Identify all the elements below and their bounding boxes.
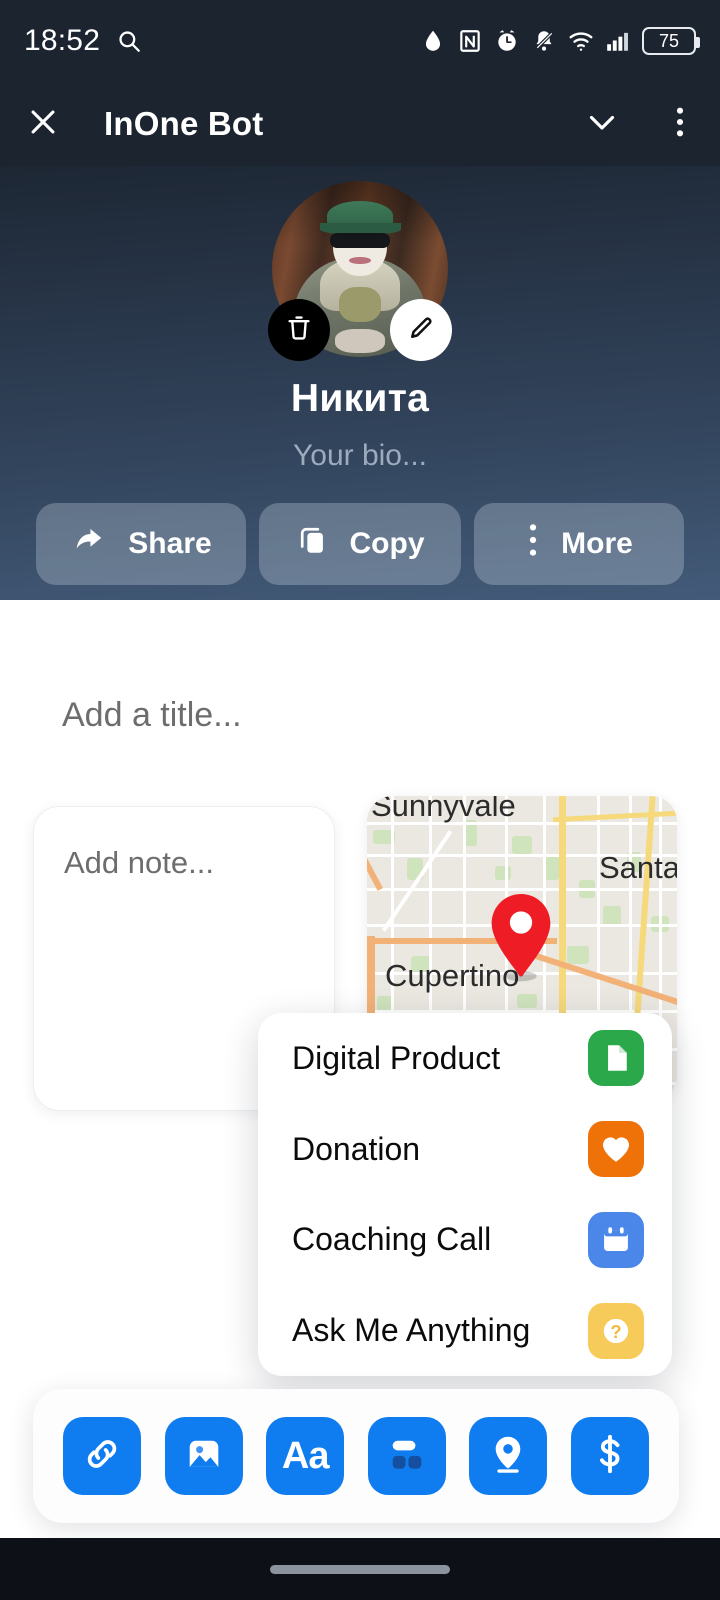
image-icon bbox=[182, 1432, 226, 1481]
nfc-icon bbox=[457, 28, 483, 54]
menu-item-label: Donation bbox=[292, 1130, 421, 1167]
home-gesture-pill[interactable] bbox=[270, 1564, 450, 1574]
menu-item-coaching-call[interactable]: Coaching Call bbox=[258, 1195, 672, 1286]
more-vertical-icon[interactable] bbox=[666, 105, 694, 144]
title-input[interactable]: Add a title... bbox=[62, 696, 242, 735]
phone-screen: 18:52 75 InOne Bot Никита Your bio... Sh… bbox=[0, 0, 720, 1600]
insert-image-button[interactable] bbox=[164, 1417, 243, 1495]
insert-payment-button[interactable] bbox=[570, 1417, 649, 1495]
map-pin-icon bbox=[485, 892, 557, 982]
heart-icon bbox=[588, 1121, 644, 1178]
close-icon[interactable] bbox=[26, 105, 60, 144]
share-label: Share bbox=[128, 527, 212, 560]
note-input[interactable]: Add note... bbox=[64, 845, 214, 881]
avatar-lips bbox=[349, 256, 371, 264]
trash-icon bbox=[284, 313, 314, 348]
battery-icon: 75 bbox=[642, 27, 700, 55]
status-bar: 18:52 75 bbox=[0, 0, 720, 82]
location-pin-icon bbox=[486, 1432, 530, 1481]
water-drop-icon bbox=[420, 28, 446, 54]
avatar-hands bbox=[335, 328, 385, 354]
menu-item-digital-product[interactable]: Digital Product bbox=[258, 1013, 672, 1104]
insert-text-button[interactable]: Aa bbox=[266, 1417, 345, 1495]
delete-avatar-button[interactable] bbox=[268, 299, 330, 361]
status-time: 18:52 bbox=[24, 24, 101, 57]
avatar-wrapper bbox=[268, 181, 452, 361]
cellular-signal-icon bbox=[605, 28, 631, 54]
blocks-icon bbox=[385, 1432, 429, 1481]
share-button[interactable]: Share bbox=[36, 503, 246, 585]
status-bar-left: 18:52 bbox=[24, 24, 142, 58]
more-label: More bbox=[561, 527, 633, 560]
menu-item-ask-me-anything[interactable]: Ask Me Anything ? bbox=[258, 1285, 672, 1376]
link-icon bbox=[80, 1432, 124, 1481]
chevron-down-icon[interactable] bbox=[584, 104, 620, 145]
insert-link-button[interactable] bbox=[63, 1417, 141, 1495]
profile-name: Никита bbox=[290, 377, 430, 420]
copy-label: Copy bbox=[349, 527, 425, 560]
app-bar: InOne Bot bbox=[0, 82, 720, 166]
profile-action-row: Share Copy More bbox=[36, 503, 684, 585]
battery-level: 75 bbox=[658, 30, 680, 51]
menu-item-label: Digital Product bbox=[292, 1039, 501, 1076]
map-label-santa: Santa bbox=[599, 850, 677, 885]
profile-bio-placeholder[interactable]: Your bio... bbox=[293, 439, 427, 473]
document-icon bbox=[588, 1030, 644, 1087]
dollar-icon bbox=[588, 1432, 632, 1481]
map-label-sunnyvale: Sunnyvale bbox=[371, 796, 516, 823]
share-arrow-icon bbox=[70, 523, 108, 565]
copy-button[interactable]: Copy bbox=[259, 503, 461, 585]
calendar-icon bbox=[588, 1211, 644, 1268]
svg-text:?: ? bbox=[610, 1321, 621, 1342]
wifi-icon bbox=[568, 28, 594, 54]
pencil-icon bbox=[406, 313, 436, 348]
content-type-popup-menu: Digital Product Donation Coaching Call A… bbox=[258, 1013, 672, 1376]
insert-toolbar: Aa bbox=[33, 1389, 679, 1523]
menu-item-label: Ask Me Anything bbox=[292, 1312, 531, 1349]
app-bar-actions bbox=[584, 104, 694, 145]
copy-icon bbox=[296, 522, 330, 566]
page-title: InOne Bot bbox=[104, 105, 264, 142]
menu-item-label: Coaching Call bbox=[292, 1221, 492, 1258]
profile-header: Никита Your bio... Share Copy More bbox=[0, 166, 720, 600]
insert-location-button[interactable] bbox=[469, 1417, 548, 1495]
alarm-clock-icon bbox=[494, 28, 520, 54]
system-nav-bar bbox=[0, 1538, 720, 1600]
status-bar-right: 75 bbox=[420, 27, 700, 55]
bell-off-icon bbox=[531, 28, 557, 54]
more-vertical-icon bbox=[525, 522, 541, 566]
question-mark-icon: ? bbox=[588, 1302, 644, 1359]
search-icon[interactable] bbox=[116, 28, 142, 54]
menu-item-donation[interactable]: Donation bbox=[258, 1104, 672, 1195]
edit-avatar-button[interactable] bbox=[390, 299, 452, 361]
insert-blocks-button[interactable] bbox=[367, 1417, 446, 1495]
more-button[interactable]: More bbox=[474, 503, 684, 585]
avatar-shirt bbox=[338, 286, 382, 322]
text-icon: Aa bbox=[281, 1434, 330, 1477]
avatar-sunglasses bbox=[330, 232, 390, 248]
